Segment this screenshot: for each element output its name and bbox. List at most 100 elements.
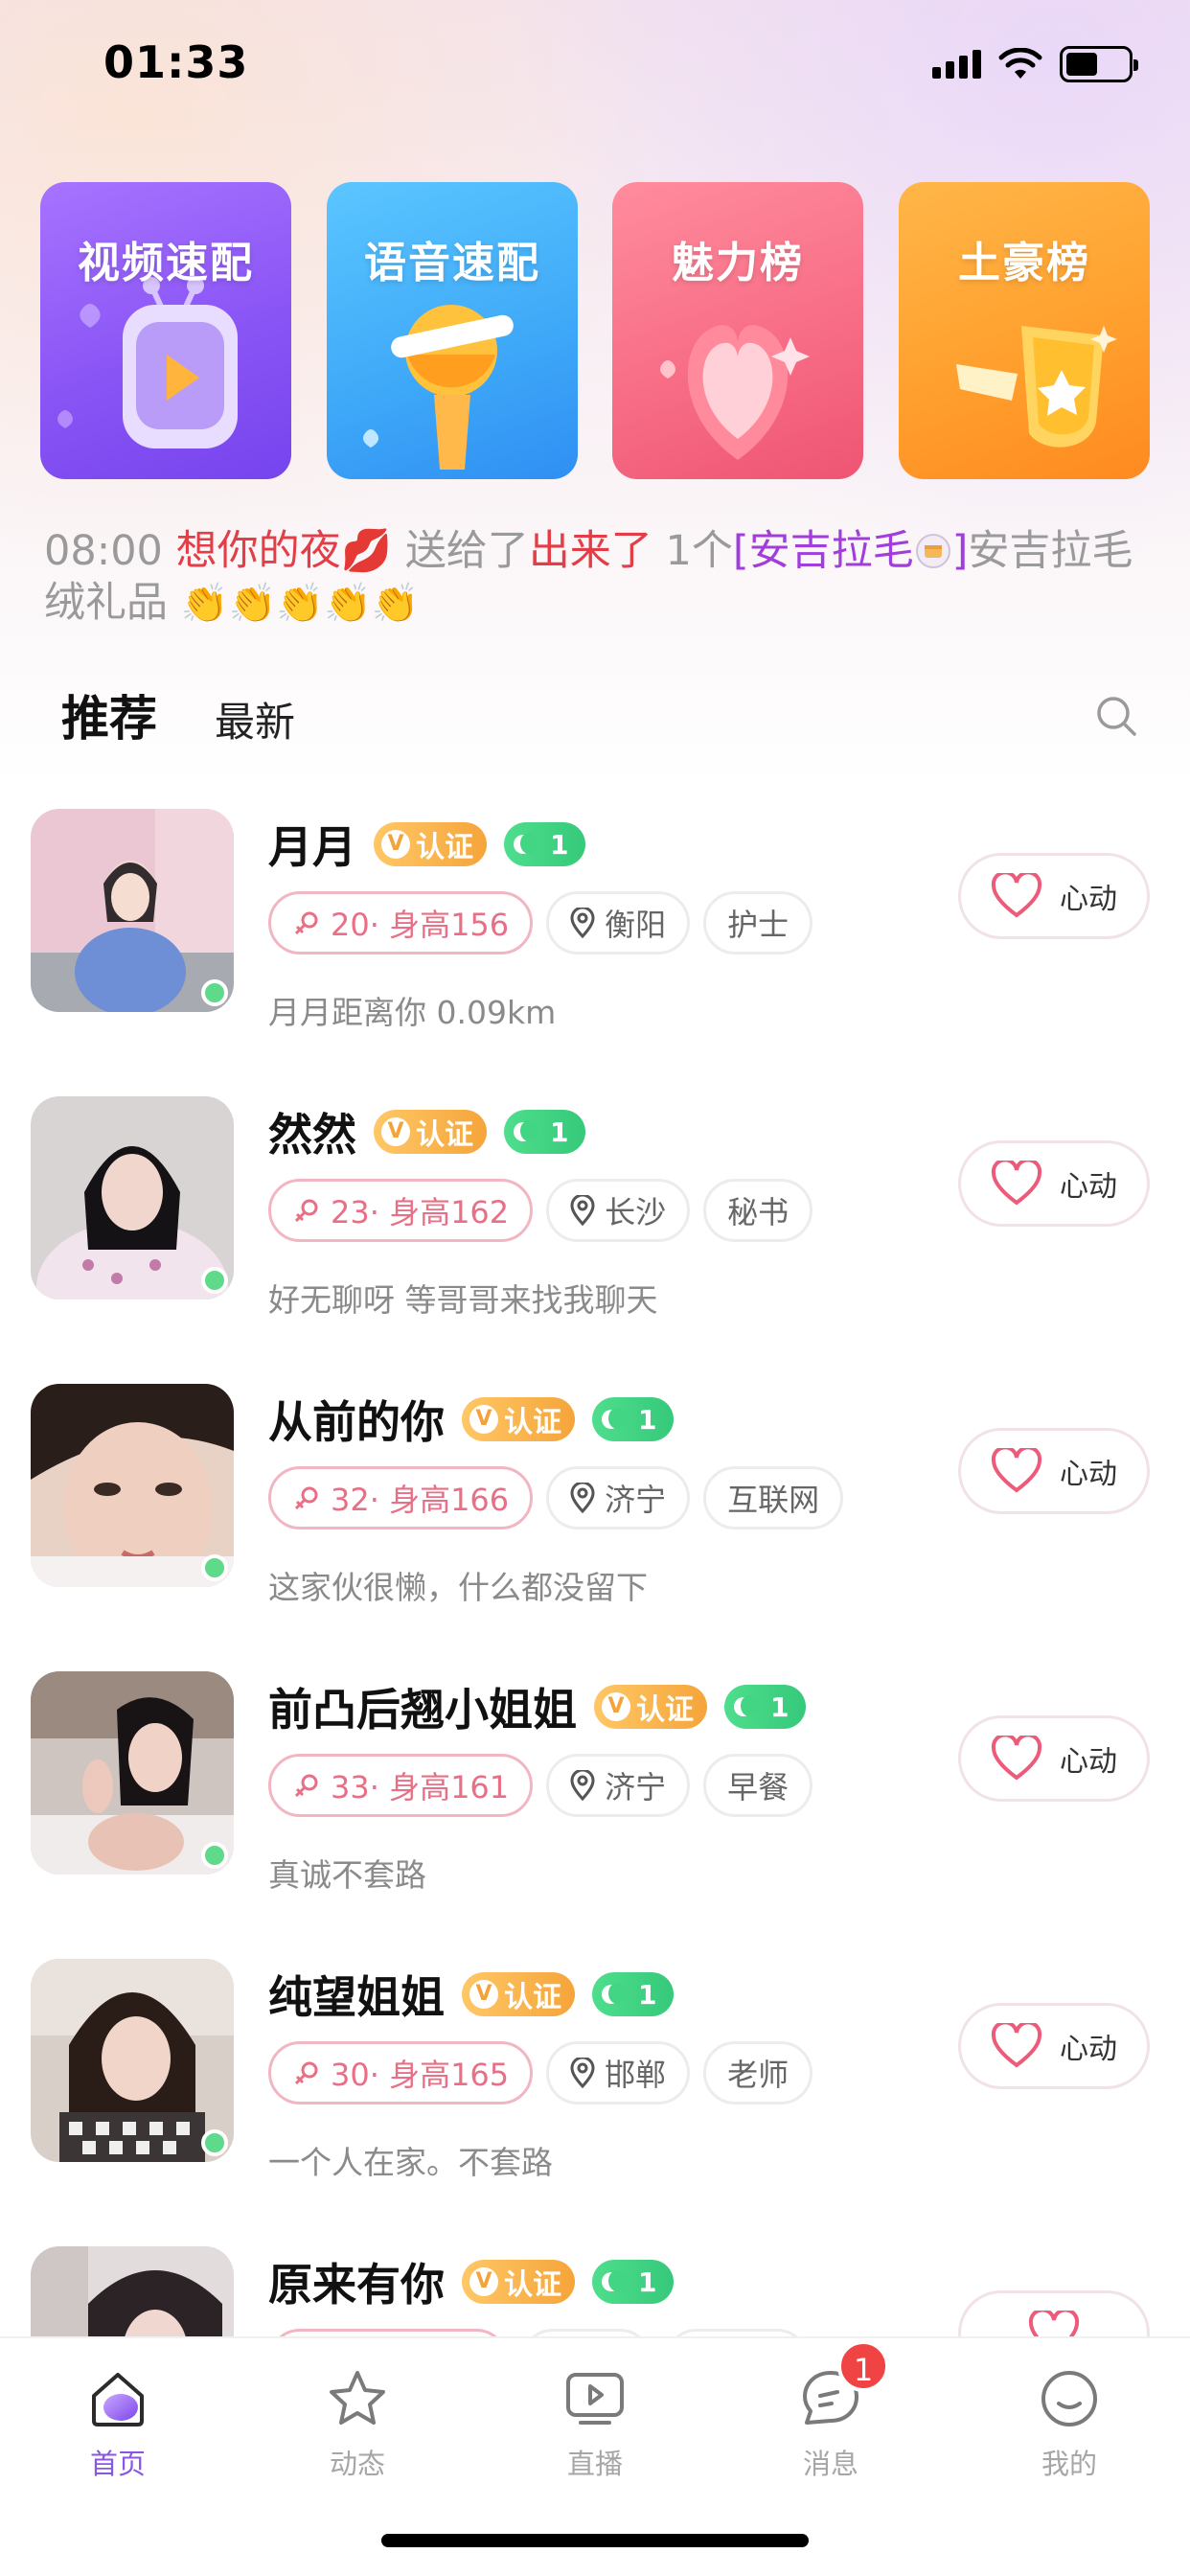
tag-chips: 20· 身高156 衡阳 护士 [268, 891, 813, 954]
tag-chips: 30· 身高165 邯郸 老师 [268, 2041, 813, 2104]
age-height-text: 23· 身高162 [331, 1194, 510, 1230]
like-button[interactable]: 心动 [958, 1715, 1150, 1802]
nav-live[interactable]: 直播 [518, 2367, 672, 2482]
city-chip: 济宁 [546, 1466, 691, 1530]
user-name: 前凸后翘小姐姐 [268, 1684, 577, 1736]
city-chip: 邯郸 [546, 2041, 691, 2104]
level-badge: 1 [724, 1685, 807, 1729]
list-item[interactable]: 从前的你 V 认证 1 32· 身高166 济宁 互联网 这家伙很懒，什么都没留下… [0, 1370, 1190, 1658]
verified-badge: V 认证 [462, 1972, 575, 2016]
video-tv-icon [57, 277, 238, 448]
age-height-text: 33· 身高161 [331, 1769, 510, 1806]
job-text: 早餐 [727, 1769, 790, 1806]
list-item[interactable]: 然然 V 认证 1 23· 身高162 长沙 秘书 好无聊呀 等哥哥来找我聊天 心… [0, 1083, 1190, 1370]
trophy-icon [956, 326, 1117, 448]
job-text: 护士 [727, 907, 790, 943]
voice-match-tile[interactable]: 语音速配 [327, 182, 578, 479]
name-line: 前凸后翘小姐姐 V 认证 1 [268, 1675, 807, 1738]
name-line: 纯望姐姐 V 认证 1 [268, 1963, 675, 2026]
avatar[interactable] [31, 809, 234, 1012]
avatar[interactable] [31, 1959, 234, 2162]
tile-label: 视频速配 [78, 239, 254, 288]
avatar[interactable] [31, 1384, 234, 1587]
tab-latest[interactable]: 最新 [215, 690, 295, 748]
level-value: 1 [550, 1116, 569, 1148]
city-text: 长沙 [605, 1194, 667, 1230]
broadcast-sender[interactable]: 想你的夜 [176, 527, 341, 575]
job-chip: 护士 [703, 891, 813, 954]
search-icon[interactable] [1092, 692, 1140, 740]
online-indicator [201, 2129, 228, 2156]
nav-label: 动态 [329, 2448, 385, 2480]
level-badge: 1 [592, 1972, 675, 2016]
location-pin-icon [570, 1770, 595, 1801]
message-icon: 1 [799, 2340, 889, 2430]
lips-emoji: 💋 [340, 527, 393, 575]
status-icons [932, 46, 1138, 82]
female-icon [292, 1771, 321, 1800]
moon-icon [514, 1120, 538, 1141]
list-item[interactable]: 前凸后翘小姐姐 V 认证 1 33· 身高161 济宁 早餐 真诚不套路 心动 [0, 1658, 1190, 1945]
city-text: 济宁 [605, 1482, 667, 1518]
user-bio: 这家伙很懒，什么都没留下 [268, 1569, 648, 1606]
nav-home[interactable]: 首页 [41, 2367, 195, 2482]
nav-profile[interactable]: 我的 [993, 2367, 1146, 2482]
like-button[interactable]: 心动 [958, 2003, 1150, 2089]
location-pin-icon [570, 1195, 595, 1226]
home-indicator [381, 2534, 809, 2547]
job-text: 互联网 [727, 1482, 820, 1518]
heart-trophy-icon [660, 325, 810, 460]
rich-ranking-tile[interactable]: 土豪榜 [899, 182, 1150, 479]
user-bio: 真诚不套路 [268, 1856, 426, 1894]
status-time: 01:33 [103, 36, 249, 88]
unread-badge: 1 [837, 2340, 889, 2392]
avatar-photo [31, 809, 234, 1012]
heart-icon [991, 1161, 1042, 1206]
like-label: 心动 [1060, 2033, 1117, 2066]
video-match-tile[interactable]: 视频速配 [40, 182, 291, 479]
verified-label: 认证 [504, 1406, 561, 1439]
tab-recommend[interactable]: 推荐 [54, 680, 165, 755]
verified-badge: V 认证 [374, 822, 487, 866]
verified-badge: V 认证 [374, 1110, 487, 1154]
home-icon [86, 2367, 149, 2430]
gift-broadcast: 08:00 想你的夜💋 送给了出来了 1个[安吉拉毛]安吉拉毛绒礼品 👏👏👏👏👏 [44, 525, 1146, 630]
nav-label: 首页 [89, 2448, 146, 2480]
online-indicator [201, 1554, 228, 1581]
job-text: 秘书 [727, 1194, 790, 1230]
list-item[interactable]: 月月 V 认证 1 20· 身高156 衡阳 护士 月月距离你 0.09km 心动 [0, 795, 1190, 1083]
charm-ranking-tile[interactable]: 魅力榜 [612, 182, 863, 479]
level-value: 1 [638, 2266, 657, 2298]
like-button[interactable]: 心动 [958, 1428, 1150, 1514]
like-button[interactable]: 心动 [958, 853, 1150, 939]
nav-messages[interactable]: 1 消息 [754, 2340, 907, 2482]
like-button[interactable]: 心动 [958, 1140, 1150, 1227]
tile-label: 魅力榜 [672, 239, 804, 288]
verified-v-icon: V [469, 1980, 498, 2009]
level-badge: 1 [592, 1397, 675, 1441]
verified-label: 认证 [416, 1118, 473, 1152]
level-badge: 1 [592, 2260, 675, 2304]
level-value: 1 [770, 1690, 790, 1723]
nav-moments[interactable]: 动态 [281, 2367, 434, 2482]
moon-icon [602, 1408, 626, 1429]
avatar[interactable] [31, 1671, 234, 1874]
tile-label: 语音速配 [364, 239, 540, 288]
clap-emojis: 👏👏👏👏👏 [180, 582, 420, 626]
verified-badge: V 认证 [462, 2260, 575, 2304]
avatar[interactable] [31, 1096, 234, 1300]
list-item[interactable]: 纯望姐姐 V 认证 1 30· 身高165 邯郸 老师 一个人在家。不套路 心动 [0, 1945, 1190, 2233]
location-pin-icon [570, 908, 595, 938]
user-name: 从前的你 [268, 1396, 445, 1448]
microphone-icon [363, 305, 514, 470]
live-tv-icon [563, 2367, 627, 2430]
user-name: 原来有你 [268, 2259, 445, 2311]
age-height-chip: 30· 身高165 [268, 2041, 534, 2104]
location-pin-icon [570, 1483, 595, 1513]
broadcast-receiver[interactable]: 出来了 [529, 527, 652, 575]
age-height-text: 30· 身高165 [331, 2057, 510, 2093]
verified-v-icon: V [469, 1405, 498, 1434]
broadcast-gift-name: [安吉拉毛 [732, 527, 914, 575]
female-icon [292, 1196, 321, 1225]
female-icon [292, 1484, 321, 1512]
